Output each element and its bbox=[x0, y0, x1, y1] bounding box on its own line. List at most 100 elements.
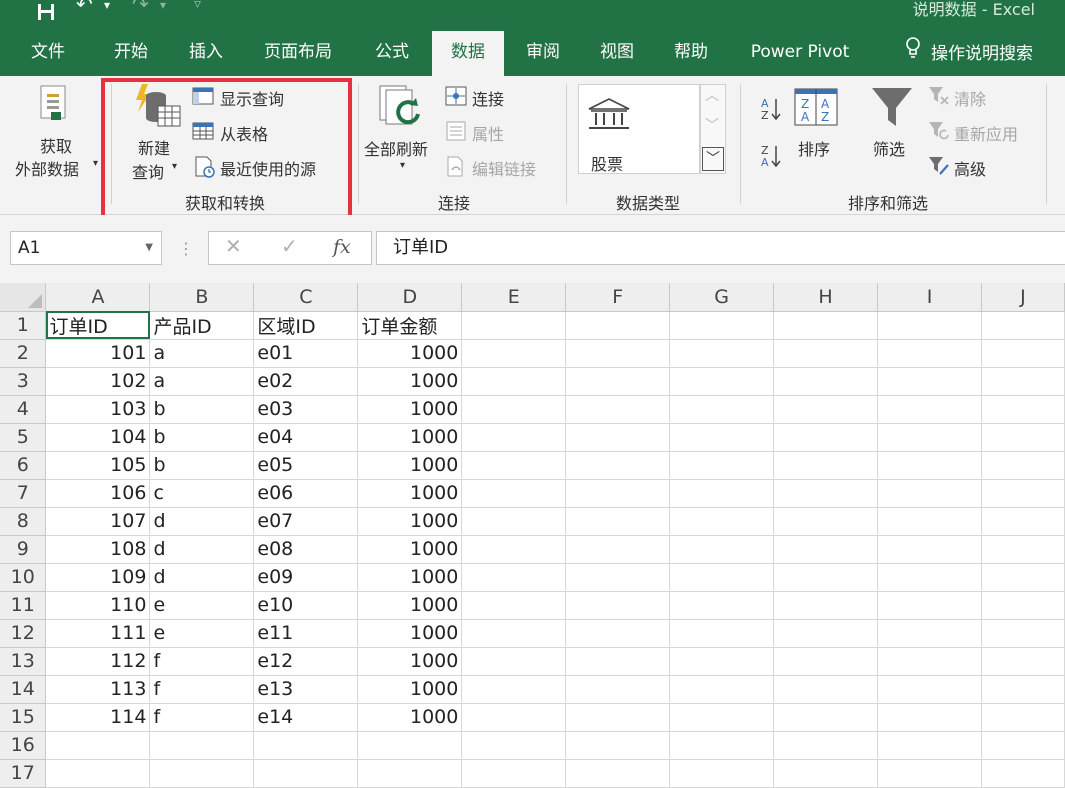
cell-A10[interactable]: 109 bbox=[45, 563, 151, 592]
cell-F15[interactable] bbox=[565, 703, 671, 732]
redo-icon[interactable]: ↷ bbox=[132, 0, 149, 16]
cell-A13[interactable]: 112 bbox=[45, 647, 151, 676]
cell-E3[interactable] bbox=[461, 367, 567, 396]
undo-dropdown-icon[interactable]: ▾ bbox=[104, 0, 110, 12]
cell-C5[interactable]: e04 bbox=[253, 423, 359, 452]
cell-I1[interactable] bbox=[877, 311, 982, 340]
cell-J11[interactable] bbox=[981, 591, 1065, 620]
cell-F6[interactable] bbox=[565, 451, 671, 480]
cell-A5[interactable]: 104 bbox=[45, 423, 151, 452]
chevron-up-icon[interactable]: ︿ bbox=[705, 85, 719, 105]
row-header[interactable]: 2 bbox=[0, 339, 47, 368]
cancel-icon[interactable]: ✕ bbox=[225, 234, 242, 258]
cell-I17[interactable] bbox=[877, 759, 982, 788]
cell-E7[interactable] bbox=[461, 479, 567, 508]
tab-help[interactable]: 帮助 bbox=[658, 31, 724, 76]
cell-H10[interactable] bbox=[773, 563, 879, 592]
cell-F4[interactable] bbox=[565, 395, 671, 424]
cell-D1[interactable]: 订单金额 bbox=[357, 311, 463, 340]
cell-H8[interactable] bbox=[773, 507, 879, 536]
cell-G17[interactable] bbox=[669, 759, 775, 788]
column-header[interactable]: J bbox=[981, 283, 1065, 312]
cell-F3[interactable] bbox=[565, 367, 671, 396]
cell-F9[interactable] bbox=[565, 535, 671, 564]
cell-A9[interactable]: 108 bbox=[45, 535, 151, 564]
cell-G11[interactable] bbox=[669, 591, 775, 620]
cell-D10[interactable]: 1000 bbox=[357, 563, 463, 592]
tab-review[interactable]: 审阅 bbox=[510, 31, 576, 76]
cell-J13[interactable] bbox=[981, 647, 1065, 676]
sort-descending-icon[interactable]: ZA bbox=[760, 143, 782, 169]
row-header[interactable]: 8 bbox=[0, 507, 47, 536]
formula-input[interactable]: 订单ID bbox=[376, 231, 1065, 265]
cell-F12[interactable] bbox=[565, 619, 671, 648]
cell-G1[interactable] bbox=[669, 311, 775, 340]
cell-J15[interactable] bbox=[981, 703, 1065, 732]
cell-A6[interactable]: 105 bbox=[45, 451, 151, 480]
cell-E1[interactable] bbox=[461, 311, 567, 340]
cell-C6[interactable]: e05 bbox=[253, 451, 359, 480]
cell-B11[interactable]: e bbox=[149, 591, 255, 620]
cell-B3[interactable]: a bbox=[149, 367, 255, 396]
column-header[interactable]: B bbox=[149, 283, 255, 312]
cell-J17[interactable] bbox=[981, 759, 1065, 788]
cell-J3[interactable] bbox=[981, 367, 1065, 396]
cell-G12[interactable] bbox=[669, 619, 775, 648]
cell-J1[interactable] bbox=[981, 311, 1065, 340]
cell-F1[interactable] bbox=[565, 311, 671, 340]
cell-A14[interactable]: 113 bbox=[45, 675, 151, 704]
cell-G8[interactable] bbox=[669, 507, 775, 536]
cell-F7[interactable] bbox=[565, 479, 671, 508]
cell-A11[interactable]: 110 bbox=[45, 591, 151, 620]
cell-A7[interactable]: 106 bbox=[45, 479, 151, 508]
stocks-data-type[interactable]: 股票 bbox=[578, 84, 700, 174]
cell-H16[interactable] bbox=[773, 731, 879, 760]
cell-E11[interactable] bbox=[461, 591, 567, 620]
cell-A1[interactable]: 订单ID bbox=[45, 311, 151, 340]
cell-C13[interactable]: e12 bbox=[253, 647, 359, 676]
row-header[interactable]: 6 bbox=[0, 451, 47, 480]
cell-I13[interactable] bbox=[877, 647, 982, 676]
tab-power-pivot[interactable]: Power Pivot bbox=[738, 31, 862, 76]
cell-D5[interactable]: 1000 bbox=[357, 423, 463, 452]
cell-C12[interactable]: e11 bbox=[253, 619, 359, 648]
cell-C16[interactable] bbox=[253, 731, 359, 760]
cell-H15[interactable] bbox=[773, 703, 879, 732]
row-header[interactable]: 5 bbox=[0, 423, 47, 452]
cell-C4[interactable]: e03 bbox=[253, 395, 359, 424]
cell-G2[interactable] bbox=[669, 339, 775, 368]
cell-F8[interactable] bbox=[565, 507, 671, 536]
cell-A16[interactable] bbox=[45, 731, 151, 760]
cell-I5[interactable] bbox=[877, 423, 982, 452]
cell-G16[interactable] bbox=[669, 731, 775, 760]
cell-D4[interactable]: 1000 bbox=[357, 395, 463, 424]
cell-E16[interactable] bbox=[461, 731, 567, 760]
cell-B7[interactable]: c bbox=[149, 479, 255, 508]
resize-handle-icon[interactable]: ⋮ bbox=[178, 239, 194, 258]
cell-B15[interactable]: f bbox=[149, 703, 255, 732]
cell-B12[interactable]: e bbox=[149, 619, 255, 648]
cell-E5[interactable] bbox=[461, 423, 567, 452]
cell-I2[interactable] bbox=[877, 339, 982, 368]
tab-home[interactable]: 开始 bbox=[98, 31, 164, 76]
cell-E15[interactable] bbox=[461, 703, 567, 732]
cell-I15[interactable] bbox=[877, 703, 982, 732]
cell-I12[interactable] bbox=[877, 619, 982, 648]
row-header[interactable]: 17 bbox=[0, 759, 47, 788]
cell-I11[interactable] bbox=[877, 591, 982, 620]
cell-J9[interactable] bbox=[981, 535, 1065, 564]
cell-D13[interactable]: 1000 bbox=[357, 647, 463, 676]
cell-D2[interactable]: 1000 bbox=[357, 339, 463, 368]
cell-H6[interactable] bbox=[773, 451, 879, 480]
tab-page-layout[interactable]: 页面布局 bbox=[250, 31, 346, 76]
cell-E6[interactable] bbox=[461, 451, 567, 480]
cell-F2[interactable] bbox=[565, 339, 671, 368]
cell-G15[interactable] bbox=[669, 703, 775, 732]
cell-G13[interactable] bbox=[669, 647, 775, 676]
cell-C3[interactable]: e02 bbox=[253, 367, 359, 396]
cell-D6[interactable]: 1000 bbox=[357, 451, 463, 480]
cell-H3[interactable] bbox=[773, 367, 879, 396]
cell-C15[interactable]: e14 bbox=[253, 703, 359, 732]
cell-H1[interactable] bbox=[773, 311, 879, 340]
cell-C10[interactable]: e09 bbox=[253, 563, 359, 592]
